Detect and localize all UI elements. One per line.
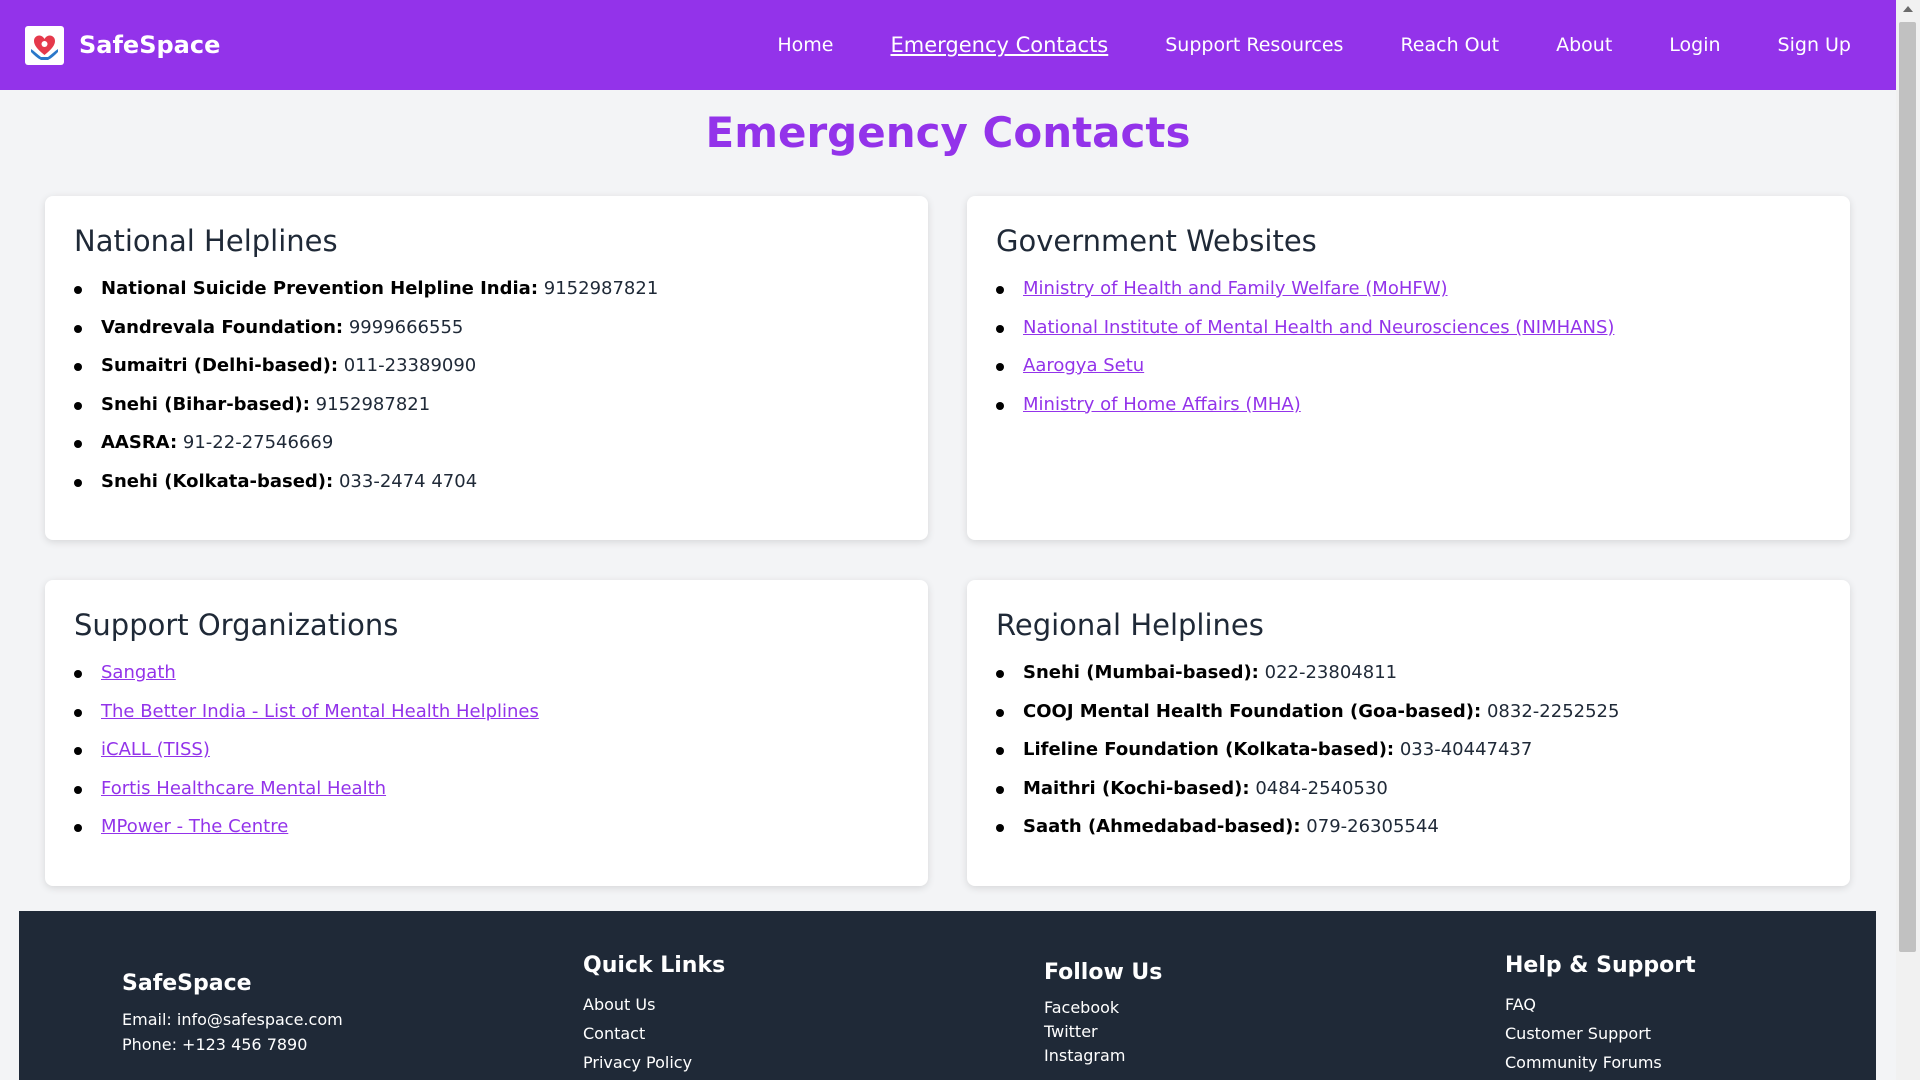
footer-link-instagram[interactable]: Instagram xyxy=(1044,1044,1162,1068)
footer-brand: SafeSpace Email: info@safespace.com Phon… xyxy=(122,971,343,1057)
helpline-name: Snehi (Kolkata-based): xyxy=(101,470,334,492)
footer-link-faq[interactable]: FAQ xyxy=(1505,990,1696,1019)
list-item: The Better India - List of Mental Health… xyxy=(74,693,899,732)
list-item: Ministry of Health and Family Welfare (M… xyxy=(996,270,1821,309)
helpline-name: National Suicide Prevention Helpline Ind… xyxy=(101,278,539,299)
list-item: Aarogya Setu xyxy=(996,347,1821,386)
main-nav: Home Emergency Contacts Support Resource… xyxy=(777,0,1896,90)
helpline-number: 9152987821 xyxy=(543,278,659,299)
link-icall[interactable]: iCALL (TISS) xyxy=(101,739,210,760)
link-better-india[interactable]: The Better India - List of Mental Health… xyxy=(101,701,539,722)
link-nimhans[interactable]: National Institute of Mental Health and … xyxy=(1023,317,1614,338)
card-national-helplines: National Helplines National Suicide Prev… xyxy=(45,196,928,540)
link-aarogya-setu[interactable]: Aarogya Setu xyxy=(1023,355,1144,376)
helpline-number: 9999666555 xyxy=(348,316,464,338)
card-title: Regional Helplines xyxy=(996,608,1264,642)
helpline-number: 033-2474 4704 xyxy=(338,470,478,492)
scroll-up-arrow-icon[interactable] xyxy=(1903,6,1913,12)
footer-help-title: Help & Support xyxy=(1505,953,1696,978)
helpline-number: 0832-2252525 xyxy=(1486,700,1620,722)
scrollbar-thumb[interactable] xyxy=(1899,22,1916,952)
nav-emergency-contacts[interactable]: Emergency Contacts xyxy=(890,33,1108,57)
card-title: National Helplines xyxy=(74,224,338,258)
list-item: Snehi (Bihar-based): 9152987821 xyxy=(74,386,899,425)
heart-hands-logo-icon xyxy=(25,25,64,65)
helpline-name: COOJ Mental Health Foundation (Goa-based… xyxy=(1023,700,1482,722)
list-item: Lifeline Foundation (Kolkata-based): 033… xyxy=(996,731,1821,770)
footer-link-facebook[interactable]: Facebook xyxy=(1044,996,1162,1020)
list-item: AASRA: 91-22-27546669 xyxy=(74,424,899,463)
footer-follow-title: Follow Us xyxy=(1044,960,1163,985)
list-item: Snehi (Mumbai-based): 022-23804811 xyxy=(996,654,1821,693)
card-government-websites: Government Websites Ministry of Health a… xyxy=(967,196,1850,540)
list-item: National Suicide Prevention Helpline Ind… xyxy=(74,270,899,309)
list-item: Vandrevala Foundation: 9999666555 xyxy=(74,309,899,348)
brand[interactable]: SafeSpace xyxy=(25,25,221,65)
footer-link-privacy-policy[interactable]: Privacy Policy xyxy=(583,1048,725,1077)
link-mha[interactable]: Ministry of Home Affairs (MHA) xyxy=(1023,394,1301,415)
list-item: Snehi (Kolkata-based): 033-2474 4704 xyxy=(74,463,899,502)
helpline-number: 91-22-27546669 xyxy=(182,432,334,453)
footer-follow-us: Follow Us Facebook Twitter Instagram xyxy=(1044,960,1162,1068)
link-mohfw[interactable]: Ministry of Health and Family Welfare (M… xyxy=(1023,278,1448,299)
helpline-number: 033-40447437 xyxy=(1399,739,1533,760)
card-title: Government Websites xyxy=(996,224,1317,258)
helpline-list: National Suicide Prevention Helpline Ind… xyxy=(74,270,899,501)
footer-link-customer-support[interactable]: Customer Support xyxy=(1505,1019,1696,1048)
link-list: Ministry of Health and Family Welfare (M… xyxy=(996,270,1821,424)
helpline-name: Lifeline Foundation (Kolkata-based): xyxy=(1023,739,1395,760)
footer-link-contact[interactable]: Contact xyxy=(583,1019,725,1048)
link-mpower[interactable]: MPower - The Centre xyxy=(101,816,288,837)
nav-sign-up[interactable]: Sign Up xyxy=(1778,34,1851,56)
helpline-number: 0484-2540530 xyxy=(1255,777,1388,799)
card-support-organizations: Support Organizations Sangath The Better… xyxy=(45,580,928,886)
list-item: COOJ Mental Health Foundation (Goa-based… xyxy=(996,693,1821,732)
footer-email: Email: info@safespace.com xyxy=(122,1010,343,1029)
footer-phone: Phone: +123 456 7890 xyxy=(122,1035,308,1054)
top-navbar: SafeSpace Home Emergency Contacts Suppor… xyxy=(0,0,1896,90)
list-item: Sumaitri (Delhi-based): 011-23389090 xyxy=(74,347,899,386)
helpline-name: Maithri (Kochi-based): xyxy=(1023,777,1250,799)
footer-help-support: Help & Support FAQ Customer Support Comm… xyxy=(1505,953,1696,1077)
list-item: Maithri (Kochi-based): 0484-2540530 xyxy=(996,770,1821,809)
helpline-name: AASRA: xyxy=(101,432,178,453)
nav-reach-out[interactable]: Reach Out xyxy=(1400,34,1499,56)
list-item: Saath (Ahmedabad-based): 079-26305544 xyxy=(996,808,1821,847)
helpline-name: Snehi (Mumbai-based): xyxy=(1023,662,1259,683)
link-fortis[interactable]: Fortis Healthcare Mental Health xyxy=(101,778,386,799)
list-item: MPower - The Centre xyxy=(74,808,899,847)
list-item: iCALL (TISS) xyxy=(74,731,899,770)
nav-about[interactable]: About xyxy=(1556,34,1612,56)
card-title: Support Organizations xyxy=(74,608,399,642)
footer-link-about-us[interactable]: About Us xyxy=(583,990,725,1019)
footer-link-twitter[interactable]: Twitter xyxy=(1044,1020,1162,1044)
helpline-number: 022-23804811 xyxy=(1264,662,1398,683)
helpline-name: Snehi (Bihar-based): xyxy=(101,393,310,415)
helpline-name: Vandrevala Foundation: xyxy=(101,316,344,338)
footer-brand-title: SafeSpace xyxy=(122,971,252,996)
nav-home[interactable]: Home xyxy=(777,34,833,56)
helpline-number: 011-23389090 xyxy=(343,355,477,376)
page-title: Emergency Contacts xyxy=(705,108,1191,157)
list-item: National Institute of Mental Health and … xyxy=(996,309,1821,348)
footer-quick-links-title: Quick Links xyxy=(583,953,726,978)
helpline-name: Sumaitri (Delhi-based): xyxy=(101,355,339,376)
helpline-number: 079-26305544 xyxy=(1306,816,1439,837)
nav-support-resources[interactable]: Support Resources xyxy=(1165,34,1343,56)
page-scrollbar[interactable] xyxy=(1896,0,1920,1080)
nav-login[interactable]: Login xyxy=(1669,34,1720,56)
list-item: Fortis Healthcare Mental Health xyxy=(74,770,899,809)
list-item: Ministry of Home Affairs (MHA) xyxy=(996,386,1821,425)
brand-name: SafeSpace xyxy=(79,31,221,59)
helpline-name: Saath (Ahmedabad-based): xyxy=(1023,816,1301,837)
site-footer: SafeSpace Email: info@safespace.com Phon… xyxy=(19,911,1876,1080)
footer-quick-links: Quick Links About Us Contact Privacy Pol… xyxy=(583,953,725,1077)
list-item: Sangath xyxy=(74,654,899,693)
helpline-number: 9152987821 xyxy=(315,393,431,415)
link-sangath[interactable]: Sangath xyxy=(101,662,176,683)
card-regional-helplines: Regional Helplines Snehi (Mumbai-based):… xyxy=(967,580,1850,886)
footer-link-community-forums[interactable]: Community Forums xyxy=(1505,1048,1696,1077)
helpline-list: Snehi (Mumbai-based): 022-23804811 COOJ … xyxy=(996,654,1821,847)
link-list: Sangath The Better India - List of Menta… xyxy=(74,654,899,847)
